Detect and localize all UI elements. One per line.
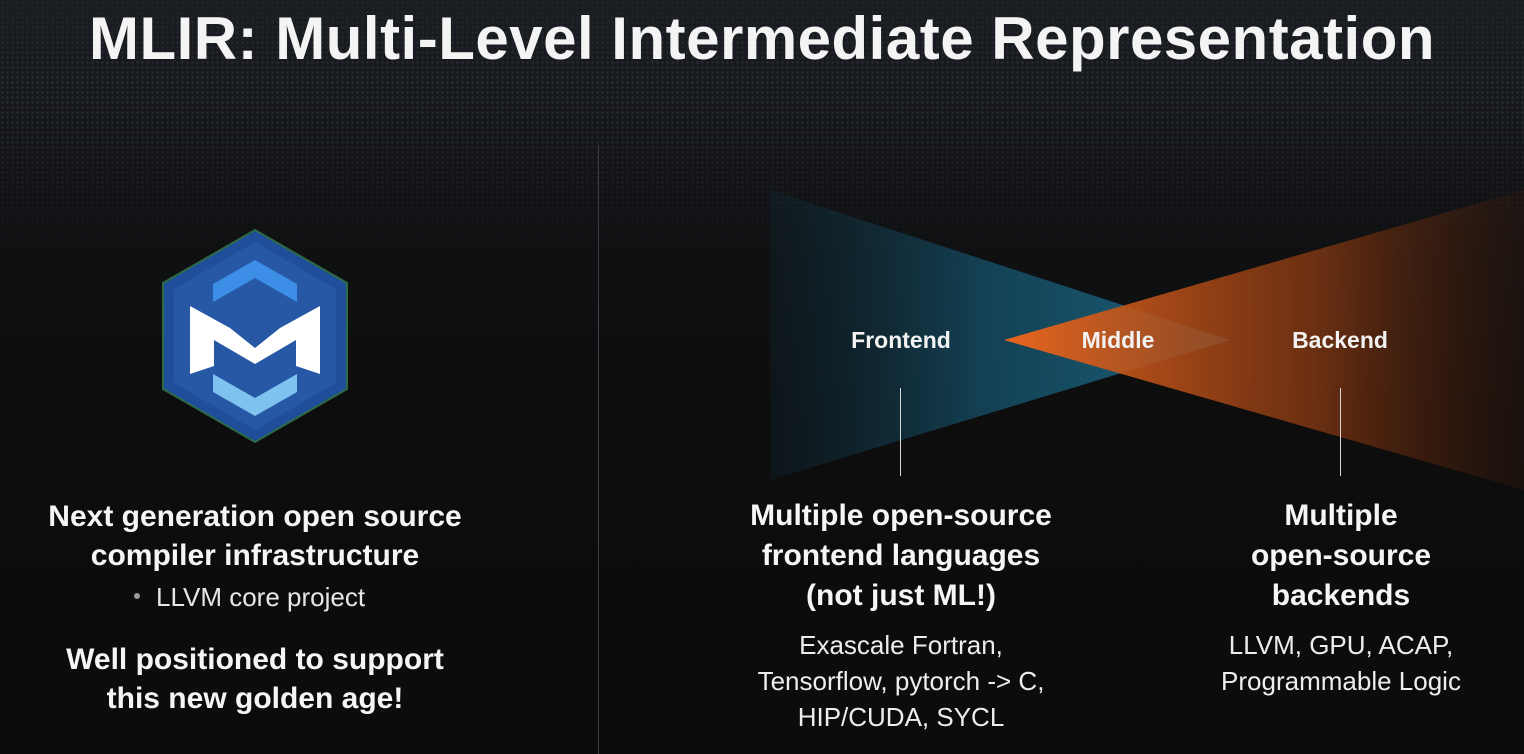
mlir-logo-icon (162, 228, 348, 444)
vertical-divider (598, 145, 599, 754)
hourglass-diagram: Frontend Middle Backend (770, 190, 1524, 490)
left-heading: Next generation open source compiler inf… (0, 497, 510, 575)
frontend-body: Exascale Fortran, Tensorflow, pytorch ->… (701, 627, 1101, 735)
left-closing-line: this new golden age! (106, 682, 404, 715)
left-heading-line: compiler infrastructure (90, 539, 420, 572)
frontend-heading-line: Multiple open-source (750, 499, 1052, 532)
frontend-heading-line: frontend languages (761, 539, 1041, 572)
slide: MLIR: Multi-Level Intermediate Represent… (0, 0, 1524, 754)
frontend-body-line: Tensorflow, pytorch -> C, (757, 666, 1045, 696)
frontend-body-line: Exascale Fortran, (799, 630, 1003, 660)
backend-heading-line: Multiple (1284, 499, 1398, 532)
left-closing: Well positioned to support this new gold… (0, 640, 510, 718)
slide-title: MLIR: Multi-Level Intermediate Represent… (88, 5, 1435, 72)
backend-body: LLVM, GPU, ACAP, Programmable Logic (1160, 627, 1522, 699)
bullet-text: LLVM core project (156, 582, 366, 612)
left-closing-line: Well positioned to support (66, 643, 444, 676)
left-heading-line: Next generation open source (48, 500, 462, 533)
backend-connector-line (1340, 388, 1341, 476)
backend-body-line: LLVM, GPU, ACAP, (1228, 630, 1454, 660)
backend-heading: Multiple open-source backends (1160, 496, 1522, 616)
frontend-body-line: HIP/CUDA, SYCL (797, 702, 1005, 732)
backend-heading-line: open-source (1250, 539, 1432, 572)
bullet-dot-icon (134, 593, 140, 600)
frontend-label: Frontend (851, 327, 951, 353)
frontend-heading-line: (not just ML!) (806, 579, 996, 612)
frontend-connector-line (900, 388, 901, 476)
frontend-heading: Multiple open-source frontend languages … (701, 496, 1101, 616)
middle-label: Middle (1081, 327, 1155, 353)
backend-heading-line: backends (1271, 579, 1411, 612)
backend-label: Backend (1292, 327, 1388, 353)
bullet-item: LLVM core project (134, 582, 365, 613)
backend-body-line: Programmable Logic (1221, 666, 1461, 696)
